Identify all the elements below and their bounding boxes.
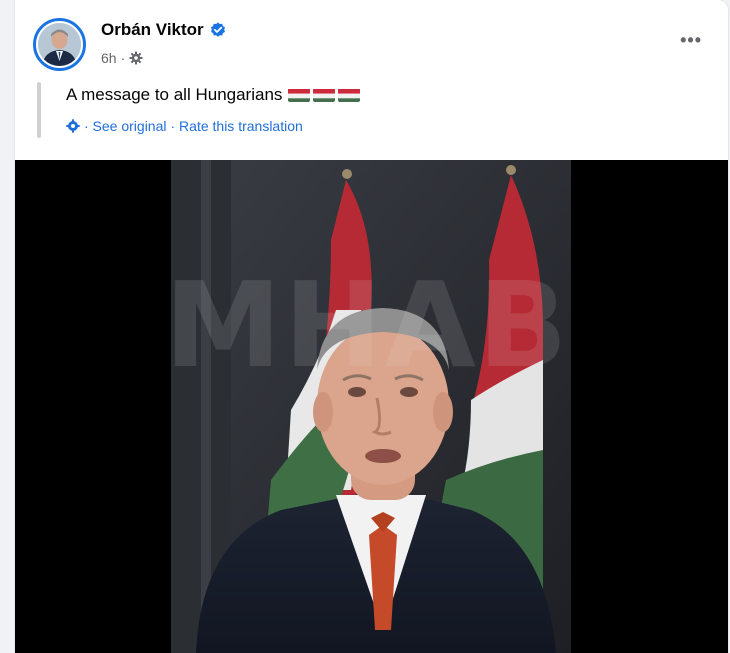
- meta-separator: ·: [120, 50, 126, 66]
- post-text: A message to all Hungarians: [66, 85, 361, 105]
- gear-icon[interactable]: [129, 51, 143, 65]
- post-meta: 6h ·: [101, 50, 143, 66]
- see-original-link[interactable]: · See original: [84, 118, 167, 134]
- video-thumbnail: [171, 160, 571, 653]
- author-name-link[interactable]: Orbán Viktor: [101, 20, 226, 40]
- video-player[interactable]: MHAB: [15, 160, 728, 653]
- hungary-flag-icon: [288, 88, 311, 102]
- post-timestamp[interactable]: 6h: [101, 50, 117, 66]
- author-avatar[interactable]: [33, 18, 86, 71]
- avatar-image: [38, 23, 81, 66]
- author-name[interactable]: Orbán Viktor: [101, 20, 204, 40]
- more-options-button[interactable]: •••: [680, 30, 702, 51]
- verified-badge-icon: [210, 22, 226, 38]
- video-frame: [171, 160, 571, 653]
- flag-emojis: [288, 88, 361, 102]
- post-card: Orbán Viktor 6h · ••• A message to all H…: [15, 0, 728, 653]
- translation-row: · See original · Rate this translation: [66, 118, 303, 134]
- hungary-flag-icon: [338, 88, 361, 102]
- hungary-flag-icon: [313, 88, 336, 102]
- translation-quote-bar: [37, 82, 41, 138]
- post-message: A message to all Hungarians: [66, 85, 283, 104]
- translate-icon[interactable]: [66, 119, 80, 133]
- rate-translation-link[interactable]: · Rate this translation: [171, 118, 303, 134]
- more-options-icon: •••: [680, 30, 702, 50]
